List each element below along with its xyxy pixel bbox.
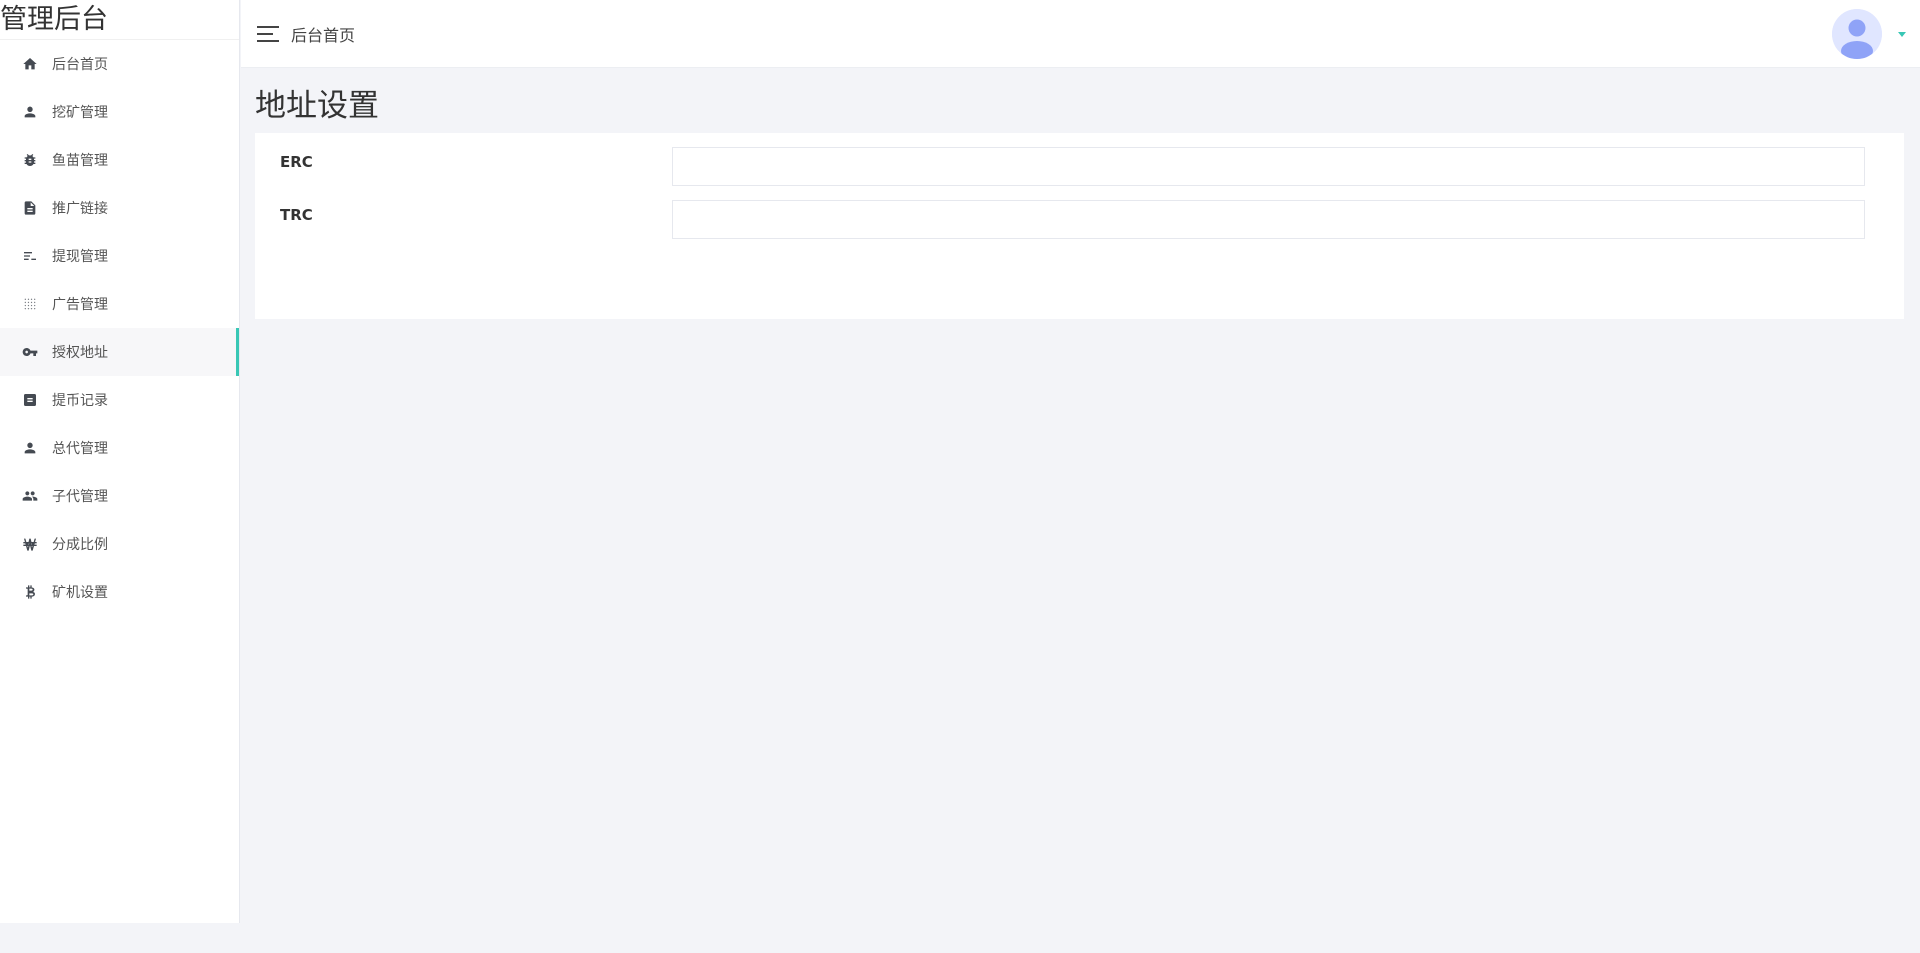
sidebar-item-label: 总代管理 xyxy=(52,441,108,457)
sidebar-menu: 后台首页 挖矿管理 鱼苗管理 推广链接 提现管理 广告管理 授权地址 提币记录 … xyxy=(0,40,239,616)
sidebar-item-mining[interactable]: 挖矿管理 xyxy=(0,88,239,136)
sidebar-item-label: 提现管理 xyxy=(52,249,108,265)
list-icon xyxy=(22,248,38,264)
home-icon xyxy=(22,56,38,72)
chevron-down-icon[interactable] xyxy=(1898,32,1906,37)
sidebar-item-general-agent[interactable]: 总代管理 xyxy=(0,424,239,472)
sidebar-item-fry[interactable]: 鱼苗管理 xyxy=(0,136,239,184)
sidebar-item-coin-records[interactable]: 提币记录 xyxy=(0,376,239,424)
top-header: 后台首页 xyxy=(241,0,1920,68)
brand-title: 管理后台 xyxy=(0,0,239,40)
sidebar-item-promo-link[interactable]: 推广链接 xyxy=(0,184,239,232)
sidebar-item-miner-settings[interactable]: 矿机设置 xyxy=(0,568,239,616)
sidebar-item-sub-agent[interactable]: 子代管理 xyxy=(0,472,239,520)
sidebar-item-label: 分成比例 xyxy=(52,537,108,553)
user-avatar-icon xyxy=(1832,9,1882,59)
sidebar-item-label: 鱼苗管理 xyxy=(52,153,108,169)
form-row-trc: TRC xyxy=(255,200,1904,246)
bug-icon xyxy=(22,152,38,168)
people-icon xyxy=(22,488,38,504)
sidebar-item-ads[interactable]: 广告管理 xyxy=(0,280,239,328)
breadcrumb[interactable]: 后台首页 xyxy=(291,22,355,46)
address-settings-form: ERC TRC xyxy=(255,133,1904,319)
avatar[interactable] xyxy=(1832,9,1882,59)
trc-input[interactable] xyxy=(672,200,1865,239)
sidebar: 管理后台 后台首页 挖矿管理 鱼苗管理 推广链接 提现管理 广告管理 授权地址 … xyxy=(0,0,240,953)
sidebar-item-auth-address[interactable]: 授权地址 xyxy=(0,328,239,376)
erc-input[interactable] xyxy=(672,147,1865,186)
erc-label: ERC xyxy=(280,153,313,171)
sidebar-item-label: 提币记录 xyxy=(52,393,108,409)
page-title: 地址设置 xyxy=(255,88,379,124)
won-icon xyxy=(22,536,38,552)
sidebar-item-label: 推广链接 xyxy=(52,201,108,217)
sidebar-item-home[interactable]: 后台首页 xyxy=(0,40,239,88)
form-row-erc: ERC xyxy=(255,147,1904,193)
sidebar-item-label: 挖矿管理 xyxy=(52,105,108,121)
sidebar-item-label: 后台首页 xyxy=(52,57,108,73)
note-icon xyxy=(22,392,38,408)
document-icon xyxy=(22,200,38,216)
key-icon xyxy=(22,344,38,360)
sidebar-item-label: 广告管理 xyxy=(52,297,108,313)
sidebar-item-label: 授权地址 xyxy=(52,345,108,361)
sidebar-item-label: 矿机设置 xyxy=(52,585,108,601)
trc-label: TRC xyxy=(280,206,313,224)
grid-dots-icon xyxy=(22,296,38,312)
sidebar-item-withdrawal[interactable]: 提现管理 xyxy=(0,232,239,280)
sidebar-item-label: 子代管理 xyxy=(52,489,108,505)
bitcoin-icon xyxy=(22,584,38,600)
menu-toggle-icon[interactable] xyxy=(257,25,279,42)
sidebar-footer xyxy=(0,923,240,953)
person-icon xyxy=(22,440,38,456)
person-icon xyxy=(22,104,38,120)
sidebar-item-commission-ratio[interactable]: 分成比例 xyxy=(0,520,239,568)
